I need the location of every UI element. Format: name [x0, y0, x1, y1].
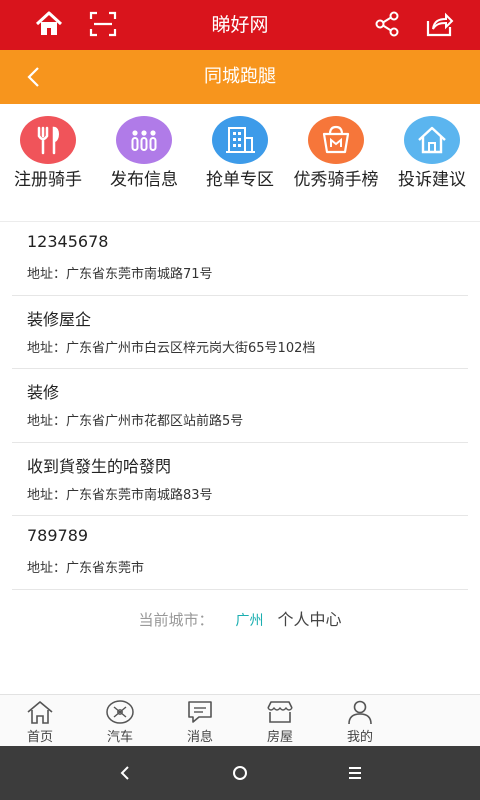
tab-label: 首页 [26, 730, 53, 745]
building-icon [212, 116, 268, 164]
app-header: 睇好网 [0, 0, 480, 50]
quick-action-label: 投诉建议 [398, 170, 466, 190]
list-item[interactable]: 收到貨發生的哈發閃 地址：广东省东莞市南城路83号 [12, 443, 468, 516]
quick-actions: 注册骑手 发布信息 抢单专区 优秀骑手榜 投诉建议 [0, 104, 480, 222]
quick-action-label: 注册骑手 [14, 170, 82, 190]
list-item-title: 收到貨發生的哈發閃 [27, 456, 172, 476]
share-icon[interactable] [372, 9, 402, 39]
page-title: 同城跑腿 [204, 66, 276, 87]
page-header: 同城跑腿 [0, 50, 480, 104]
car-icon [106, 700, 134, 724]
quick-action-register-rider[interactable]: 注册骑手 [0, 116, 96, 190]
bottom-tab-bar: 首页 汽车 消息 房屋 我的 [0, 694, 480, 746]
fork-knife-icon [20, 116, 76, 164]
list-item-title: 12345678 [27, 232, 109, 251]
tab-messages[interactable]: 消息 [160, 699, 240, 745]
city-bar: 当前城市： 广州 个人中心 [0, 606, 480, 630]
list-item-address: 地址：广东省广州市花都区站前路5号 [27, 414, 244, 429]
quick-action-label: 发布信息 [110, 170, 178, 190]
list-item-title: 装修 [27, 383, 60, 402]
tab-label: 消息 [186, 730, 213, 745]
list-item-address: 地址：广东省东莞市南城路83号 [27, 487, 213, 503]
message-icon [188, 701, 212, 723]
quick-action-complaints[interactable]: 投诉建议 [384, 116, 480, 190]
shop-icon [267, 701, 293, 723]
personal-center-link[interactable]: 个人中心 [278, 610, 342, 629]
user-icon [348, 700, 372, 725]
list-item[interactable]: 装修 地址：广东省广州市花都区站前路5号 [12, 369, 468, 443]
tab-label: 我的 [346, 730, 373, 745]
quick-action-top-riders[interactable]: 优秀骑手榜 [288, 116, 384, 190]
current-city-link[interactable]: 广州 [236, 613, 264, 629]
people-icon [116, 116, 172, 164]
system-nav-bar [0, 746, 480, 800]
app-title: 睇好网 [211, 14, 269, 36]
list-item-address: 地址：广东省广州市白云区梓元岗大街65号102档 [27, 340, 316, 356]
tab-label: 房屋 [266, 730, 293, 745]
system-back-icon[interactable] [113, 761, 137, 785]
tab-home[interactable]: 首页 [0, 699, 80, 745]
current-city-label: 当前城市： [138, 611, 214, 629]
list-item-title: 装修屋企 [27, 309, 92, 329]
forward-share-icon[interactable] [424, 9, 454, 39]
tab-label: 汽车 [106, 730, 133, 745]
house-icon [404, 116, 460, 164]
list-item-address: 地址：广东省东莞市 [27, 561, 145, 576]
system-menu-icon[interactable] [343, 761, 367, 785]
home-icon [27, 701, 53, 724]
tab-housing[interactable]: 房屋 [240, 699, 320, 745]
list-item[interactable]: 12345678 地址：广东省东莞市南城路71号 [12, 222, 468, 296]
bag-icon [308, 116, 364, 164]
list-item-title: 789789 [27, 526, 89, 545]
quick-action-label: 抢单专区 [206, 170, 274, 190]
list-item[interactable]: 装修屋企 地址：广东省广州市白云区梓元岗大街65号102档 [12, 296, 468, 369]
tab-car[interactable]: 汽车 [80, 699, 160, 745]
quick-action-grab-orders[interactable]: 抢单专区 [192, 116, 288, 190]
tab-mine[interactable]: 我的 [320, 699, 400, 745]
errand-list: 12345678 地址：广东省东莞市南城路71号 装修屋企 地址：广东省广州市白… [12, 222, 468, 590]
system-home-icon[interactable] [228, 761, 252, 785]
quick-action-publish-info[interactable]: 发布信息 [96, 116, 192, 190]
quick-action-label: 优秀骑手榜 [293, 170, 379, 190]
list-item-address: 地址：广东省东莞市南城路71号 [27, 267, 213, 282]
list-item[interactable]: 789789 地址：广东省东莞市 [12, 516, 468, 590]
